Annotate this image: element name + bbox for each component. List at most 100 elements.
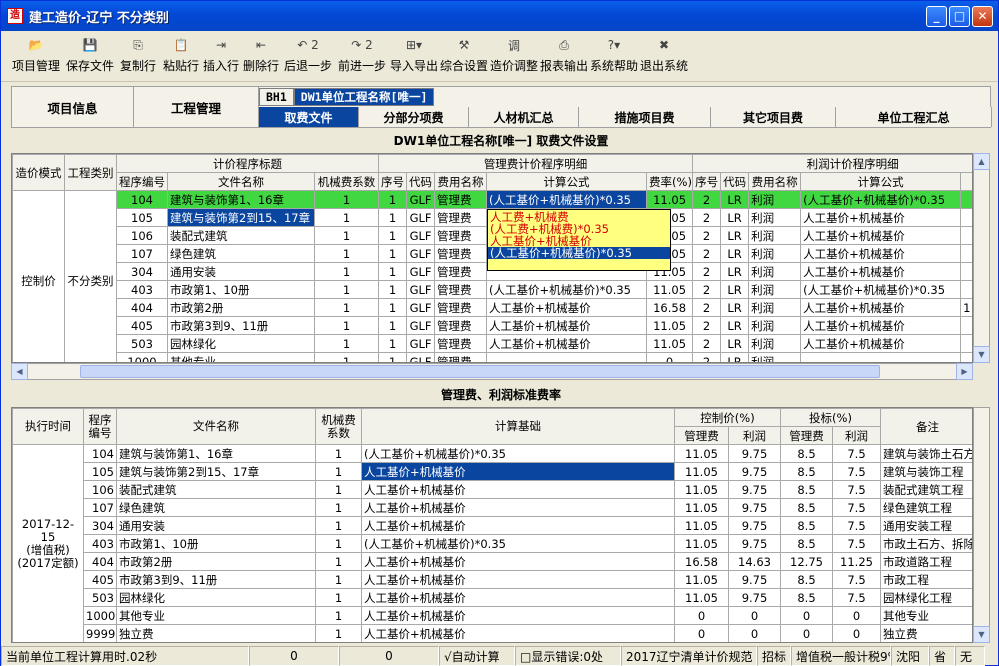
table-cell[interactable]: 人工基价+机械基价 [800,334,962,353]
table-cell[interactable]: (人工基价+机械基价)*0.35 [800,280,962,299]
table-row[interactable]: 405 市政第3到9、11册 1 人工基价+机械基价 11.05 9.75 8.5 7.5 市政… [13,570,972,589]
table-cell[interactable]: 利润 [748,208,802,227]
status-cell-5[interactable]: □显示错误:0处 [515,646,621,666]
table-row[interactable]: 1000 其他专业 1 人工基价+机械基价 0 0 0 0 其他专业 [13,606,972,625]
table-cell[interactable] [800,352,962,362]
table-cell[interactable]: 105 [83,462,117,481]
table-cell[interactable]: 0 [674,606,729,625]
table-cell[interactable]: 0 [728,606,781,625]
table-cell[interactable]: 7.5 [832,498,881,517]
toolbar-button-13[interactable]: ?▾ 系统帮助 [589,32,639,74]
table-cell[interactable]: 1 [378,190,408,209]
table-cell[interactable]: 7.5 [832,516,881,535]
upper-vertical-scrollbar[interactable]: ▲ ▼ [973,153,990,363]
table-cell[interactable]: 107 [116,244,168,263]
table-cell[interactable]: 1 [313,334,380,353]
table-cell[interactable]: 管理费 [434,316,488,335]
table-cell[interactable]: 9.75 [728,480,781,499]
table-cell[interactable]: 利润 [748,226,802,245]
table-cell[interactable]: 105 [116,208,168,227]
table-row[interactable]: 405 市政第3到9、11册 1 1 GLF 管理费 人工基价+机械基价 11.05 2 LR 利润… [13,316,972,335]
table-cell[interactable]: 绿色建筑 [116,498,316,517]
table-cell[interactable]: 管理费 [434,226,488,245]
table-row[interactable]: 304 通用安装 1 人工基价+机械基价 11.05 9.75 8.5 7.5 通用安装工程 [13,516,972,535]
tab-6[interactable]: 单位工程汇总 [836,107,992,127]
table-cell[interactable]: 11.05 [646,334,694,353]
table-row[interactable]: 105 建筑与装饰第2到15、17章 1 人工基价+机械基价 11.05 9.75 8.5 7… [13,462,972,481]
table-cell[interactable]: 0 [728,624,781,642]
table-cell[interactable]: 1 [315,624,362,642]
table-cell[interactable]: 8.5 [780,480,833,499]
table-cell[interactable]: 管理费 [434,298,488,317]
table-cell[interactable]: 11.05 [674,498,729,517]
table-cell[interactable]: 建筑与装饰土石方、拆除 [880,444,972,463]
table-cell[interactable]: 304 [116,262,168,281]
table-cell[interactable]: 其他专业 [116,606,316,625]
table-cell[interactable]: 405 [116,316,168,335]
table-cell[interactable]: (人工基价+机械基价)*0.35 [361,444,675,463]
table-cell[interactable]: 405 [83,570,117,589]
table-cell[interactable]: 1 [313,208,380,227]
table-cell[interactable]: 管理费 [434,208,488,227]
tab-5[interactable]: 其它项目费 [711,107,836,127]
table-cell[interactable]: 1 [313,226,380,245]
table-cell[interactable]: 11.05 [674,588,729,607]
table-cell[interactable]: 通用安装 [116,516,316,535]
table-row[interactable]: 404 市政第2册 1 人工基价+机械基价 16.58 14.63 12.75 11.25 市政… [13,552,972,571]
table-cell[interactable]: 12.75 [780,552,833,571]
tab-project-management[interactable]: 工程管理 [134,87,259,127]
table-cell[interactable]: 14.63 [728,552,781,571]
table-cell[interactable]: 市政道路工程 [880,552,972,571]
table-cell[interactable]: 304 [83,516,117,535]
close-icon[interactable]: ✕ [972,5,993,27]
scroll-down-icon[interactable]: ▼ [973,626,990,643]
table-cell[interactable]: 2 [692,298,722,317]
table-row[interactable]: 控制价 不分类别 104 建筑与装饰第1、16章 1 1 GLF 管理费 (人工基价+机械基价)… [12,190,972,362]
table-cell[interactable]: 装配式建筑工程 [880,480,972,499]
tab-unit-2[interactable]: DW1单位工程名称[唯一] [293,88,435,106]
table-cell[interactable]: 其他专业 [880,606,972,625]
table-cell[interactable]: 16.58 [646,298,694,317]
table-cell[interactable]: 8.5 [780,462,833,481]
table-cell[interactable]: 9.75 [728,588,781,607]
maximize-icon[interactable]: □ [949,5,970,27]
table-cell[interactable]: 503 [83,588,117,607]
lower-vertical-scrollbar[interactable]: ▼ [973,407,990,643]
mode-cell[interactable]: 控制价 [12,190,65,362]
table-cell[interactable]: 人工基价+机械基价 [361,552,675,571]
table-cell[interactable]: 11.25 [832,552,881,571]
table-cell[interactable]: 管理费 [434,352,488,362]
toolbar-button-14[interactable]: ✖ 退出系统 [639,32,689,74]
table-cell[interactable]: 1000 [116,352,168,362]
table-cell[interactable]: 2 [692,316,722,335]
table-cell[interactable]: LR [720,280,750,299]
table-cell[interactable]: 利润 [748,352,802,362]
table-cell[interactable]: 绿色建筑工程 [880,498,972,517]
table-cell[interactable]: 1 [378,262,408,281]
table-cell[interactable] [960,244,972,263]
table-cell[interactable]: LR [720,190,750,209]
table-cell[interactable]: 人工基价+机械基价 [361,462,675,481]
table-cell[interactable]: 1 [378,244,408,263]
table-cell[interactable]: 建筑与装饰工程 [880,462,972,481]
table-cell[interactable] [960,334,972,353]
table-cell[interactable]: 0 [646,352,694,362]
scroll-thumb[interactable] [80,365,880,378]
table-cell[interactable]: 建筑与装饰第1、16章 [116,444,316,463]
scroll-down-icon[interactable]: ▼ [973,346,990,363]
table-cell[interactable]: 404 [83,552,117,571]
table-cell[interactable]: 1 [960,298,972,317]
table-cell[interactable] [960,190,972,209]
table-cell[interactable]: 1 [315,498,362,517]
table-cell[interactable]: 利润 [748,262,802,281]
table-cell[interactable]: 1 [315,444,362,463]
table-cell[interactable]: 人工基价+机械基价 [800,244,962,263]
table-row[interactable]: 107 绿色建筑 1 人工基价+机械基价 11.05 9.75 8.5 7.5 绿色建筑工程 [13,498,972,517]
table-cell[interactable]: 装配式建筑 [167,226,315,245]
table-cell[interactable]: GLF [406,334,436,353]
table-cell[interactable]: 1 [378,334,408,353]
table-cell[interactable]: 人工基价+机械基价 [486,334,648,353]
table-cell[interactable]: 管理费 [434,262,488,281]
table-cell[interactable]: (人工基价+机械基价)*0.35 [486,190,648,209]
table-cell[interactable]: 人工基价+机械基价 [361,498,675,517]
